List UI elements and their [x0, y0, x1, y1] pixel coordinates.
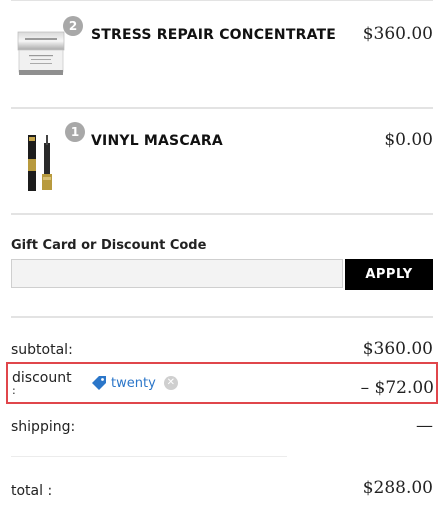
- mascara-image[interactable]: [11, 125, 69, 195]
- item-price: $360.00: [362, 24, 433, 44]
- discount-label: discount: [12, 370, 72, 386]
- item-price: $0.00: [384, 130, 433, 150]
- subtotal-value: $360.00: [362, 339, 433, 359]
- discount-value: – $72.00: [360, 378, 434, 398]
- total-label: total :: [11, 483, 53, 499]
- discount-code-label: Gift Card or Discount Code: [11, 238, 207, 253]
- tag-icon: [91, 375, 107, 391]
- divider: [11, 316, 433, 318]
- cream-jar-image[interactable]: [11, 22, 69, 92]
- item-name[interactable]: STRESS REPAIR CONCENTRATE: [91, 27, 336, 43]
- item-name[interactable]: VINYL MASCARA: [91, 133, 223, 149]
- remove-circle-icon[interactable]: ✕: [163, 376, 178, 390]
- cart-item: 2 STRESS REPAIR CONCENTRATE $360.00: [11, 16, 433, 112]
- subtotal-label: subtotal:: [11, 342, 73, 358]
- discount-label-colon: :: [12, 384, 16, 397]
- quantity-badge: 2: [63, 16, 83, 36]
- discount-code: twenty: [111, 375, 156, 391]
- discount-tag: twenty ✕: [91, 373, 178, 393]
- shipping-value: —: [416, 416, 433, 436]
- apply-button[interactable]: APPLY: [345, 259, 433, 290]
- cart-item: 1 VINYL MASCARA $0.00: [11, 122, 433, 215]
- discount-code-input[interactable]: [11, 259, 343, 288]
- discount-row: discount : twenty ✕ – $72.00: [6, 362, 438, 404]
- divider: [11, 0, 433, 1]
- quantity-badge: 1: [65, 122, 85, 142]
- shipping-label: shipping:: [11, 419, 76, 435]
- total-value: $288.00: [362, 478, 433, 498]
- divider: [11, 456, 287, 457]
